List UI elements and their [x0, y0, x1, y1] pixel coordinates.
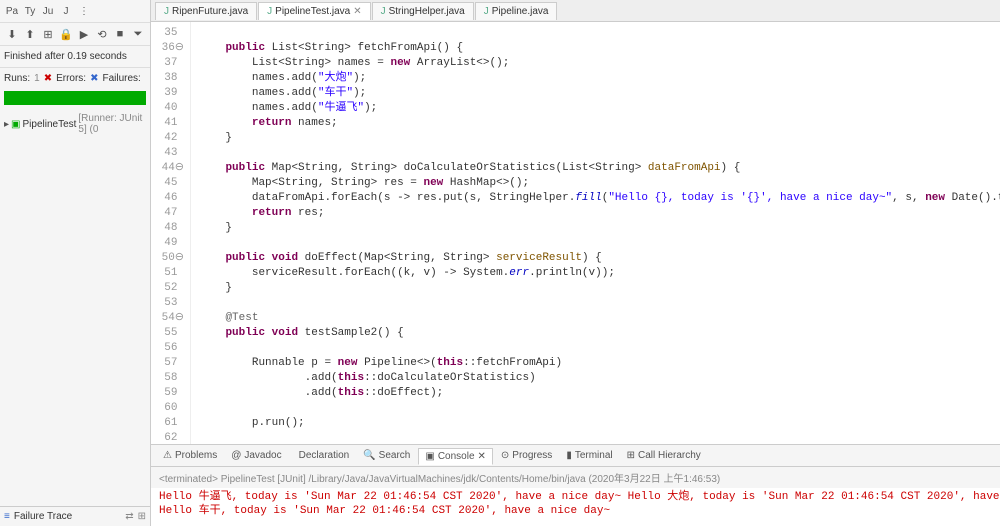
failure-trace-icon: ≡	[4, 511, 10, 522]
next-fail-icon[interactable]: ⬇	[4, 26, 20, 42]
ju-icon[interactable]: Ju	[40, 3, 56, 19]
call hierarchy-icon: ⊞	[627, 450, 635, 461]
line-gutter[interactable]: 35 36⊖ 37 38 39 40 41 42 43 44⊖ 45 46 47…	[151, 22, 191, 444]
tab-label: Pipeline.java	[492, 6, 549, 17]
tab-label: StringHelper.java	[389, 6, 465, 17]
failures-label: Failures:	[102, 73, 140, 84]
junit-view: Pa Ty Ju J ⋮ ⬇ ⬆ ⊞ 🔒 ▶ ⟲ ■ ⏷ Finished af…	[0, 0, 151, 526]
java-file-icon: J	[484, 6, 489, 17]
bottom-tab-call-hierarchy[interactable]: ⊞ Call Hierarchy	[621, 448, 707, 463]
failure-trace-label: Failure Trace	[14, 511, 72, 522]
bottom-view-tabs: ⚠ Problems@ JavadocDeclaration🔍 Search▣ …	[151, 445, 1000, 467]
editor-tab[interactable]: JStringHelper.java	[372, 2, 474, 20]
stop-icon[interactable]: ■	[112, 26, 128, 42]
errors-label: Errors:	[56, 73, 86, 84]
test-tree[interactable]: ▸ ▣ PipelineTest [Runner: JUnit 5] (0	[0, 107, 150, 141]
bottom-tab-console[interactable]: ▣ Console ✕	[418, 448, 493, 465]
tab-label: RipenFuture.java	[172, 6, 248, 17]
compare-icon[interactable]: ⇄	[125, 511, 133, 522]
code-content[interactable]: public List<String> fetchFromApi() { Lis…	[191, 22, 1000, 444]
bottom-panel: ⚠ Problems@ JavadocDeclaration🔍 Search▣ …	[151, 444, 1000, 526]
test-class-name: PipelineTest	[22, 119, 76, 130]
javadoc-icon: @	[231, 450, 241, 461]
search-icon: 🔍	[363, 450, 375, 461]
bottom-tab-search[interactable]: 🔍 Search	[357, 448, 416, 463]
code-editor[interactable]: 35 36⊖ 37 38 39 40 41 42 43 44⊖ 45 46 47…	[151, 22, 1000, 444]
junit-toolbar: Pa Ty Ju J ⋮	[0, 0, 150, 23]
prev-fail-icon[interactable]: ⬆	[22, 26, 38, 42]
rerun-failed-icon[interactable]: ⟲	[94, 26, 110, 42]
bottom-tab-declaration[interactable]: Declaration	[290, 448, 356, 463]
bottom-tab-javadoc[interactable]: @ Javadoc	[225, 448, 287, 463]
editor-tab[interactable]: JPipelineTest.java✕	[258, 2, 370, 20]
show-failures-icon[interactable]: ⊞	[40, 26, 56, 42]
editor-tab[interactable]: JPipeline.java	[475, 2, 558, 20]
terminal-icon: ▮	[566, 450, 572, 461]
j-icon[interactable]: J	[58, 3, 74, 19]
test-pass-icon: ▣	[11, 119, 20, 130]
close-tab-icon[interactable]: ✕	[353, 6, 361, 17]
runner-info: [Runner: JUnit 5] (0	[78, 113, 146, 135]
rerun-icon[interactable]: ▶	[76, 26, 92, 42]
bottom-tab-progress[interactable]: ⊙ Progress	[495, 448, 558, 463]
history-icon[interactable]: ⏷	[130, 26, 146, 42]
finished-status: Finished after 0.19 seconds	[0, 46, 150, 68]
editor-area: JRipenFuture.javaJPipelineTest.java✕JStr…	[151, 0, 1000, 526]
close-icon[interactable]: ✕	[478, 451, 486, 462]
filter-icon[interactable]: ⊞	[138, 511, 146, 522]
console-output[interactable]: Hello 牛逼飞, today is 'Sun Mar 22 01:46:54…	[151, 488, 1000, 526]
problems-icon: ⚠	[163, 450, 172, 461]
failure-trace-section: ≡ Failure Trace ⇄ ⊞	[0, 506, 150, 526]
java-file-icon: J	[164, 6, 169, 17]
bottom-tab-terminal[interactable]: ▮ Terminal	[560, 448, 618, 463]
runs-label: Runs:	[4, 73, 30, 84]
tab-label: PipelineTest.java	[275, 6, 350, 17]
expand-icon[interactable]: ▸	[4, 119, 9, 130]
java-file-icon: J	[267, 6, 272, 17]
pa-icon[interactable]: Pa	[4, 3, 20, 19]
junit-secondary-toolbar: ⬇ ⬆ ⊞ 🔒 ▶ ⟲ ■ ⏷	[0, 23, 150, 46]
console-icon: ▣	[425, 451, 434, 462]
terminated-info: <terminated> PipelineTest [JUnit] /Libra…	[151, 467, 1000, 488]
editor-tabs: JRipenFuture.javaJPipelineTest.java✕JStr…	[151, 0, 1000, 22]
scroll-lock-icon[interactable]: 🔒	[58, 26, 74, 42]
editor-tab[interactable]: JRipenFuture.java	[155, 2, 257, 20]
more-icon[interactable]: ⋮	[76, 3, 92, 19]
java-file-icon: J	[381, 6, 386, 17]
ty-icon[interactable]: Ty	[22, 3, 38, 19]
runs-counts: Runs: 1 ✖ Errors: ✖ Failures:	[0, 68, 150, 89]
progress-icon: ⊙	[501, 450, 509, 461]
test-progress-bar	[4, 91, 146, 105]
bottom-tab-problems[interactable]: ⚠ Problems	[157, 448, 223, 463]
